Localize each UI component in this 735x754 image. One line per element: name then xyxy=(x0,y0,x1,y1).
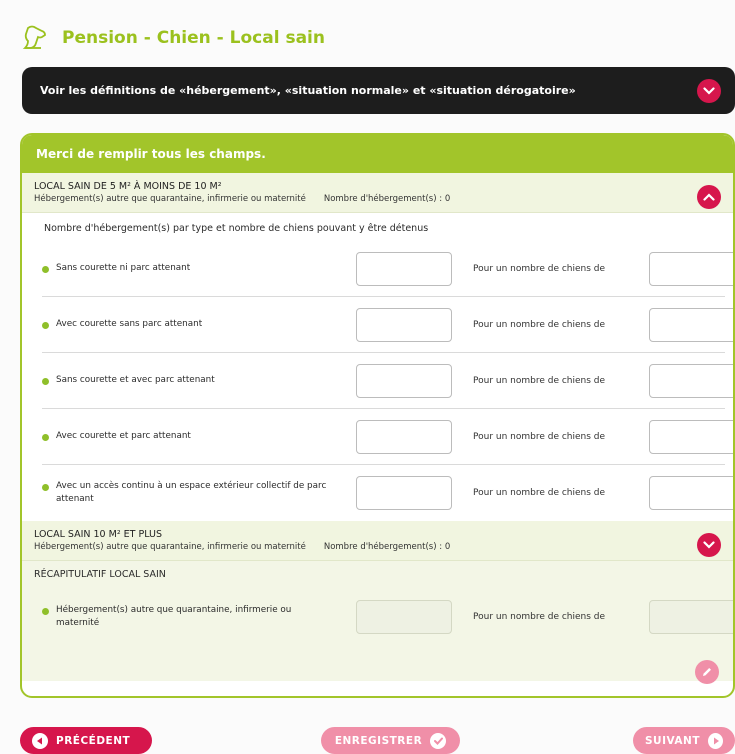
row-label: Sans courette ni parc attenant xyxy=(42,262,190,275)
section-title: LOCAL SAIN DE 5 M² À MOINS DE 10 M² xyxy=(34,181,222,192)
hebergement-count-input[interactable] xyxy=(356,364,452,398)
recap-section: RÉCAPITULATIF LOCAL SAIN Hébergement(s) … xyxy=(22,561,733,684)
next-button[interactable]: SUIVANT xyxy=(633,727,735,754)
hebergement-count-input[interactable] xyxy=(356,420,452,454)
form-panel: Merci de remplir tous les champs. LOCAL … xyxy=(20,133,735,698)
page-title: Pension - Chien - Local sain xyxy=(62,28,325,48)
row-pour-label: Pour un nombre de chiens de xyxy=(473,319,606,330)
section-rows: Sans courette ni parc attenant Pour un n… xyxy=(22,241,733,521)
previous-button[interactable]: PRÉCÉDENT xyxy=(20,727,152,754)
section-subtitle-text: Hébergement(s) autre que quarantaine, in… xyxy=(34,194,306,204)
hebergement-count-input[interactable] xyxy=(356,252,452,286)
page-header: Pension - Chien - Local sain xyxy=(22,24,325,52)
chevron-down-icon[interactable] xyxy=(697,78,721,103)
section-subtitle: Hébergement(s) autre que quarantaine, in… xyxy=(34,542,721,552)
next-label: SUIVANT xyxy=(645,734,700,747)
previous-label: PRÉCÉDENT xyxy=(56,734,131,747)
table-row: Avec un accès continu à un espace extéri… xyxy=(42,465,733,521)
dog-count-input[interactable] xyxy=(649,420,733,454)
hebergement-count-input[interactable] xyxy=(356,476,452,510)
row-pour-label: Pour un nombre de chiens de xyxy=(473,263,606,274)
dog-count-input[interactable] xyxy=(649,364,733,398)
chevron-up-icon[interactable] xyxy=(697,185,721,209)
save-label: ENREGISTRER xyxy=(334,734,423,747)
table-row: Sans courette et avec parc attenant Pour… xyxy=(42,353,733,409)
chevron-down-icon[interactable] xyxy=(697,533,721,557)
row-pour-label: Pour un nombre de chiens de xyxy=(473,431,606,442)
table-row: Avec courette sans parc attenant Pour un… xyxy=(42,297,733,353)
recap-hebergement-field xyxy=(356,600,452,634)
save-button[interactable]: ENREGISTRER xyxy=(321,727,460,754)
row-pour-label: Pour un nombre de chiens de xyxy=(473,612,606,622)
row-label: Sans courette et avec parc attenant xyxy=(42,374,215,387)
definitions-toggle[interactable]: Voir les définitions de «hébergement», «… xyxy=(22,67,735,114)
hebergement-count-input[interactable] xyxy=(356,308,452,342)
row-label: Avec courette sans parc attenant xyxy=(42,318,202,331)
notice-bar: Merci de remplir tous les champs. xyxy=(22,135,733,173)
row-pour-label: Pour un nombre de chiens de xyxy=(473,375,606,386)
section-header-5-10[interactable]: LOCAL SAIN DE 5 M² À MOINS DE 10 M² Hébe… xyxy=(22,173,733,213)
recap-dog-count-field xyxy=(649,600,733,634)
section-subtitle-text: Hébergement(s) autre que quarantaine, in… xyxy=(34,542,306,552)
table-row: Sans courette ni parc attenant Pour un n… xyxy=(42,241,733,297)
section-count: Nombre d'hébergement(s) : 0 xyxy=(323,542,451,552)
arrow-left-icon xyxy=(32,732,48,749)
arrow-right-icon xyxy=(708,732,723,749)
dog-count-input[interactable] xyxy=(649,476,733,510)
section-intro: Nombre d'hébergement(s) par type et nomb… xyxy=(44,223,429,234)
definitions-text: Voir les définitions de «hébergement», «… xyxy=(40,84,576,97)
row-label: Avec un accès continu à un espace extéri… xyxy=(42,480,334,506)
dog-count-input[interactable] xyxy=(649,252,733,286)
dog-count-input[interactable] xyxy=(649,308,733,342)
table-row: Avec courette et parc attenant Pour un n… xyxy=(42,409,733,465)
row-label: Hébergement(s) autre que quarantaine, in… xyxy=(42,604,334,630)
recap-row: Hébergement(s) autre que quarantaine, in… xyxy=(42,589,733,645)
row-label: Avec courette et parc attenant xyxy=(42,430,191,443)
check-icon xyxy=(430,732,447,749)
row-pour-label: Pour un nombre de chiens de xyxy=(473,488,606,498)
recap-title: RÉCAPITULATIF LOCAL SAIN xyxy=(34,569,166,580)
section-count: Nombre d'hébergement(s) : 0 xyxy=(323,194,451,204)
section-header-10-plus[interactable]: LOCAL SAIN 10 M² ET PLUS Hébergement(s) … xyxy=(22,521,733,561)
pencil-icon[interactable] xyxy=(695,660,719,684)
dog-icon xyxy=(22,25,46,49)
section-subtitle: Hébergement(s) autre que quarantaine, in… xyxy=(34,194,721,204)
section-title: LOCAL SAIN 10 M² ET PLUS xyxy=(34,529,162,540)
